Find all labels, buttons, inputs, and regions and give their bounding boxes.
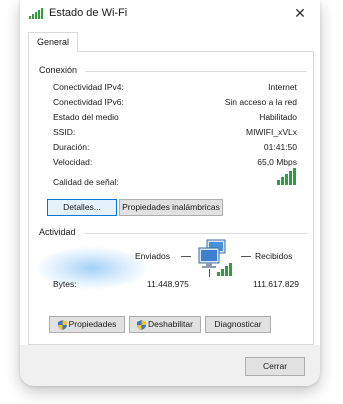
disable-button[interactable]: Deshabilitar <box>129 316 201 333</box>
properties-button-label: Propiedades <box>68 319 117 329</box>
ipv6-label: Conectividad IPv6: <box>53 97 124 107</box>
ipv4-value: Internet <box>268 82 297 92</box>
wifi-status-dialog: Estado de Wi-Fi ✕ General Conexión Conec… <box>20 0 320 386</box>
window-title: Estado de Wi-Fi <box>49 7 128 19</box>
activity-divider <box>85 233 307 234</box>
connection-heading: Conexión <box>39 65 78 75</box>
duration-label: Duración: <box>53 142 90 152</box>
general-panel: Conexión Conectividad IPv4: Internet Con… <box>28 52 314 345</box>
ipv6-value: Sin acceso a la red <box>224 97 297 107</box>
diagnose-button[interactable]: Diagnosticar <box>205 316 271 333</box>
close-button[interactable]: Cerrar <box>245 357 305 376</box>
wireless-properties-button[interactable]: Propiedades inalámbricas <box>119 199 223 216</box>
speed-value: 65,0 Mbps <box>257 157 297 167</box>
received-dash <box>241 256 251 257</box>
tab-general[interactable]: General <box>28 32 79 53</box>
media-state-value: Habilitado <box>259 112 297 122</box>
duration-value: 01:41:50 <box>263 142 297 152</box>
properties-button[interactable]: Propiedades <box>49 316 125 333</box>
bytes-received-value: 111.617.829 <box>253 279 300 289</box>
connection-divider <box>85 71 307 72</box>
ipv4-label: Conectividad IPv4: <box>53 82 124 92</box>
wifi-signal-icon <box>29 8 43 19</box>
speed-label: Velocidad: <box>53 157 93 167</box>
ssid-value: MIWIFI_xVLx <box>245 127 297 137</box>
ssid-label: SSID: <box>53 127 76 137</box>
details-button[interactable]: Detalles... <box>47 199 117 216</box>
admin-shield-icon <box>137 319 147 330</box>
dialog-footer: Cerrar <box>20 345 320 386</box>
received-label: Recibidos <box>255 251 293 261</box>
close-icon[interactable]: ✕ <box>290 3 310 23</box>
admin-shield-icon <box>57 319 67 330</box>
title-bar[interactable]: Estado de Wi-Fi ✕ <box>20 0 320 28</box>
network-computers-icon <box>198 239 232 277</box>
sent-label: Enviados <box>135 251 170 261</box>
media-state-label: Estado del medio <box>53 112 119 122</box>
bytes-label: Bytes: <box>53 279 77 289</box>
signal-quality-label: Calidad de señal: <box>53 177 119 187</box>
sent-dash <box>181 256 191 257</box>
activity-heading: Actividad <box>39 227 76 237</box>
disable-button-label: Deshabilitar <box>148 319 193 329</box>
bytes-sent-value: 11.448.975 <box>147 279 189 289</box>
tab-strip: General <box>28 32 314 53</box>
signal-strength-icon <box>277 168 296 185</box>
